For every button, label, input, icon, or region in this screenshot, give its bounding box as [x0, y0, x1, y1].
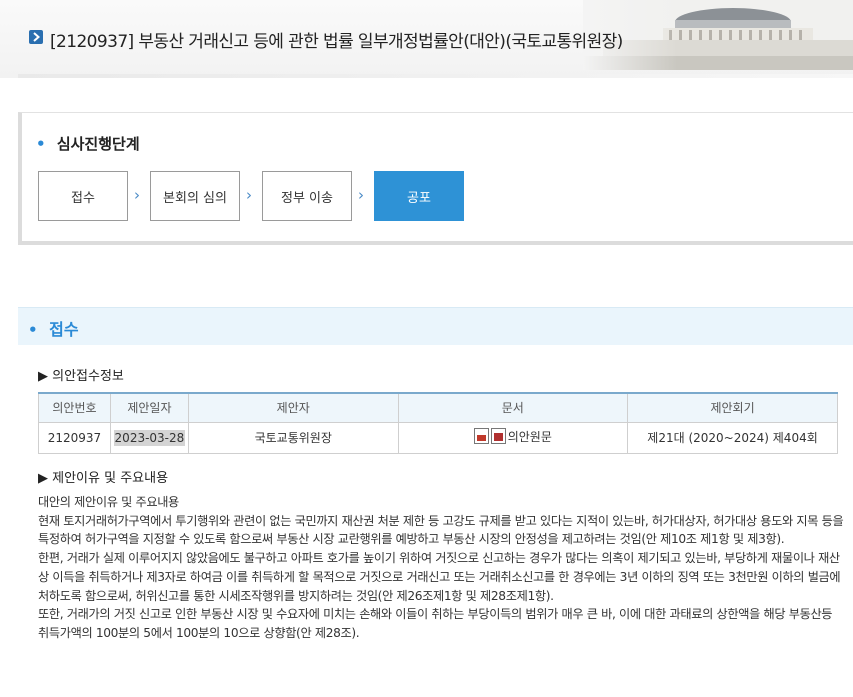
stage-plenary-review[interactable]: 본회의 심의 [150, 171, 240, 221]
proposer: 국토교통위원장 [187, 421, 399, 454]
document-link[interactable]: 의안원문 [508, 428, 552, 445]
page-title: [2120937] 부동산 거래신고 등에 관한 법률 일부개정법률안(대안)(… [50, 32, 623, 52]
stage-promulgation[interactable]: 공포 [374, 171, 464, 221]
section-title: • 접수 [28, 320, 79, 339]
stage-arrow-icon: › [134, 186, 140, 204]
reason-paragraph: 또한, 거래가의 거짓 신고로 인한 부동산 시장 및 수요자에 미치는 손해와… [38, 607, 833, 640]
table-row: 2120937 2023-03-28 국토교통위원장 의안원문 제21대 (20… [38, 421, 838, 454]
column-header: 제안회기 [627, 392, 838, 423]
proposal-date: 2023-03-28 [113, 429, 186, 446]
section-header-bar [18, 307, 853, 345]
column-header: 제안일자 [109, 392, 189, 423]
column-header: 제안자 [187, 392, 399, 423]
stage-government-transfer[interactable]: 정부 이송 [262, 171, 352, 221]
reason-heading: ▶ 제안이유 및 주요내용 [38, 471, 169, 486]
document-links: 의안원문 [473, 428, 552, 445]
stage-arrow-icon: › [358, 186, 364, 204]
page-header: [2120937] 부동산 거래신고 등에 관한 법률 일부개정법률안(대안)(… [0, 0, 853, 78]
stage-received[interactable]: 접수 [38, 171, 128, 221]
bill-number: 2120937 [38, 421, 111, 454]
stage-arrow-icon: › [246, 186, 252, 204]
chevron-right-icon [29, 30, 43, 44]
table-header-row: 의안번호 제안일자 제안자 문서 제안회기 [38, 392, 838, 423]
reason-content: 대안의 제안이유 및 주요내용 현재 토지거래허가구역에서 투기행위와 관련이 … [38, 493, 846, 643]
national-assembly-building-image [583, 0, 853, 70]
hwp-file-icon[interactable] [473, 428, 489, 445]
column-header: 문서 [397, 392, 629, 423]
pdf-file-icon[interactable] [490, 428, 506, 445]
bill-info-table: 의안번호 제안일자 제안자 문서 제안회기 2120937 2023-03-28… [38, 392, 838, 454]
reason-paragraph: 현재 토지거래허가구역에서 투기행위와 관련이 없는 국민까지 재산권 처분 제… [38, 513, 844, 547]
reason-paragraph: 한편, 거래가 실제 이루어지지 않았음에도 불구하고 아파트 호가를 높이기 … [38, 551, 841, 603]
column-header: 의안번호 [38, 392, 111, 423]
proposal-session: 제21대 (2020~2024) 제404회 [627, 421, 838, 454]
progress-heading: • 심사진행단계 [36, 135, 140, 153]
bill-info-heading: ▶ 의안접수정보 [38, 369, 124, 384]
reason-paragraph: 대안의 제안이유 및 주요내용 [38, 495, 179, 509]
